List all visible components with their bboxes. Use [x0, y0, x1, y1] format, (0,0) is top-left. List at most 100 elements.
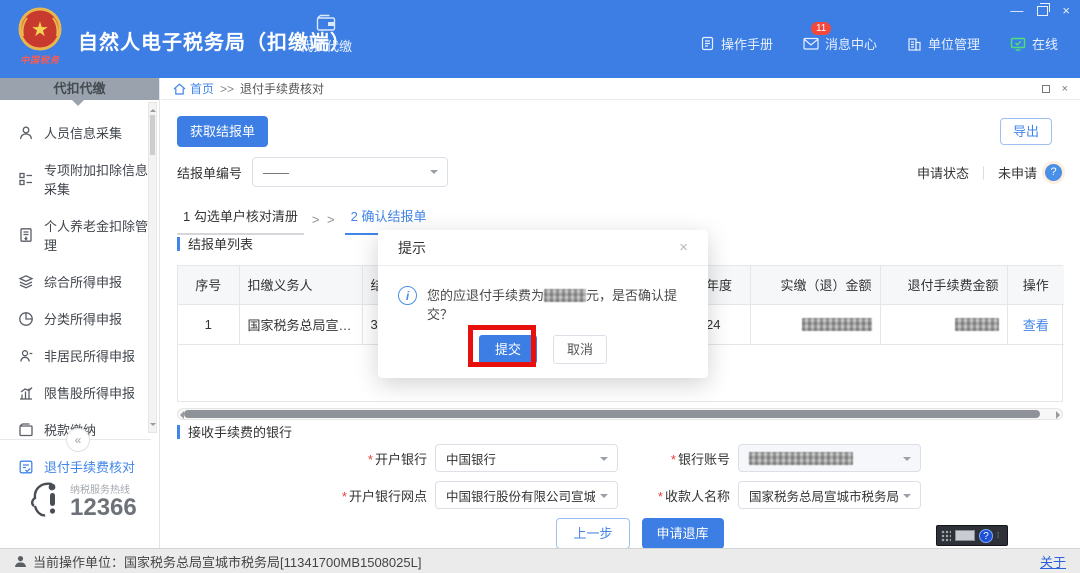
redacted-value	[749, 451, 853, 465]
online-icon	[1010, 37, 1026, 51]
horizontal-scrollbar[interactable]	[177, 408, 1063, 420]
bank-branch-select[interactable]: 中国银行股份有限公司宣城分行	[435, 481, 618, 509]
user-icon	[15, 555, 26, 567]
step-separator: > >	[311, 212, 337, 227]
redacted-value	[544, 289, 587, 302]
sidebar-item-special-deduction[interactable]: 专项附加扣除信息采集	[0, 151, 159, 207]
sidebar-item-restricted-shares[interactable]: 限售股所得申报	[0, 374, 159, 411]
required-mark: *	[367, 451, 373, 467]
sidebar-item-label: 分类所得申报	[44, 312, 123, 327]
dialog-message: 您的应退付手续费为 元，是否确认提交？	[427, 286, 690, 324]
ime-caret-icon[interactable]: ⁞	[997, 531, 999, 540]
doc-check-icon	[19, 460, 33, 473]
svg-text:★: ★	[31, 19, 49, 41]
panel-controls: ×	[1041, 83, 1068, 95]
ime-help-icon[interactable]: ?	[979, 528, 993, 543]
sidebar-item-label: 非居民所得申报	[44, 349, 136, 364]
hscrollbar-thumb[interactable]	[184, 410, 1040, 418]
menu-online[interactable]: 在线	[1010, 34, 1058, 53]
dialog-close-icon[interactable]: ×	[679, 239, 688, 256]
form-actions: 上一步 申请退库	[177, 518, 1063, 549]
statement-no-label: 结报单编号	[177, 165, 243, 181]
sidebar-item-label: 专项附加扣除信息采集	[44, 163, 149, 197]
required-mark: *	[657, 488, 663, 504]
menu-messages[interactable]: 11 消息中心	[803, 22, 877, 53]
about-link[interactable]: 关于	[1040, 552, 1066, 571]
scroll-left-icon[interactable]	[176, 411, 184, 419]
view-link[interactable]: 查看	[1023, 318, 1049, 333]
payee-name-select[interactable]: 国家税务总局宣城市税务局	[738, 481, 921, 509]
tab-withholding[interactable]: 代扣代缴	[286, 14, 366, 55]
sidebar-item-nonresident-income[interactable]: 非居民所得申报	[0, 337, 159, 374]
menu-manual[interactable]: 操作手册	[700, 34, 773, 53]
breadcrumb: 首页 >> 退付手续费核对 ×	[161, 78, 1080, 100]
dialog-body: i 您的应退付手续费为 元，是否确认提交？	[378, 266, 708, 324]
person-alt-icon	[20, 349, 33, 362]
sidebar-item-personnel-info[interactable]: 人员信息采集	[0, 114, 159, 151]
sidebar-scrollbar[interactable]	[148, 102, 157, 433]
sidebar-header: 代扣代缴	[0, 78, 159, 106]
sidebar-item-label: 综合所得申报	[44, 275, 123, 290]
bank-name-select[interactable]: 中国银行	[435, 444, 618, 472]
apply-refund-button[interactable]: 申请退库	[641, 518, 724, 549]
close-button[interactable]: ×	[1062, 4, 1070, 18]
statement-no-value: ——	[263, 164, 290, 180]
required-mark: *	[341, 488, 347, 504]
export-button[interactable]: 导出	[999, 118, 1052, 145]
minimize-button[interactable]: —	[1010, 4, 1023, 18]
menu-online-label: 在线	[1031, 37, 1058, 52]
ime-drag-handle-icon[interactable]	[941, 529, 951, 542]
person-icon	[19, 126, 33, 139]
app-logo: ★ 中国税务	[10, 6, 70, 66]
menu-org-label: 单位管理	[927, 37, 980, 52]
sidebar-item-comprehensive-income[interactable]: 综合所得申报	[0, 263, 159, 300]
payee-name-value: 国家税务总局宣城市税务局	[749, 489, 898, 504]
breadcrumb-home[interactable]: 首页	[173, 80, 214, 97]
panel-restore-icon[interactable]	[1041, 84, 1050, 93]
scroll-up-icon[interactable]	[150, 106, 156, 112]
dialog-header: 提示 ×	[378, 230, 708, 266]
filter-row: 结报单编号 —— 申请状态 ｜ 未申请 ?	[177, 156, 1062, 188]
wallet-tab-icon	[316, 14, 336, 31]
layers-icon	[18, 274, 34, 289]
restore-button[interactable]	[1037, 3, 1051, 16]
app-window: — × ★ 中国税务 自然人电子税务局（扣缴端） 代扣代缴 操作手册 11 消息…	[0, 0, 1080, 573]
wallet-icon	[19, 422, 33, 436]
ime-toolbar[interactable]: ? ⁞	[936, 525, 1008, 546]
message-icon	[803, 37, 819, 50]
statement-no-select[interactable]: ——	[252, 157, 449, 187]
scrollbar-thumb[interactable]	[150, 115, 155, 155]
sidebar-item-label: 限售股所得申报	[44, 386, 136, 401]
collapse-sidebar-button[interactable]: «	[66, 428, 90, 452]
apply-status-label: 申请状态	[916, 165, 969, 181]
status-divider: ｜	[976, 165, 990, 181]
sidebar-item-classified-income[interactable]: 分类所得申报	[0, 300, 159, 337]
confirm-dialog: 提示 × i 您的应退付手续费为 元，是否确认提交？ 提交 取消	[378, 230, 708, 378]
help-icon[interactable]: ?	[1045, 163, 1062, 181]
ime-mode-box[interactable]	[955, 530, 975, 541]
previous-step-button[interactable]: 上一步	[556, 518, 630, 549]
scroll-right-icon[interactable]	[1056, 411, 1064, 419]
step-1-tab[interactable]: 1 勾选单户核对清册	[177, 202, 304, 235]
apply-status: 申请状态 ｜ 未申请 ?	[917, 163, 1062, 182]
submit-button[interactable]: 提交	[478, 335, 537, 364]
dialog-title: 提示	[398, 239, 426, 256]
logo-caption: 中国税务	[19, 55, 60, 65]
panel-close-icon[interactable]: ×	[1062, 83, 1068, 95]
cell-action: 查看	[1006, 303, 1064, 345]
menu-org[interactable]: 单位管理	[907, 34, 980, 53]
fetch-statement-button[interactable]: 获取结报单	[177, 116, 269, 147]
sidebar-item-pension-deduction[interactable]: 个人养老金扣除管理	[0, 207, 159, 263]
bank-branch-label-text: 开户银行网点	[348, 488, 427, 504]
bank-account-select[interactable]	[738, 444, 921, 472]
sidebar-item-label: 人员信息采集	[44, 126, 123, 141]
col-paid-amount: 实缴（退）金额	[749, 266, 881, 305]
bank-name-label: * 开户银行	[319, 449, 427, 468]
bank-name-label-text: 开户银行	[374, 451, 427, 467]
message-count-badge: 11	[810, 22, 832, 35]
manual-icon	[701, 36, 714, 51]
breadcrumb-separator: >>	[220, 81, 235, 96]
cancel-button[interactable]: 取消	[553, 335, 608, 364]
statement-list-title-label: 结报单列表	[188, 237, 254, 252]
scroll-down-icon[interactable]	[150, 423, 156, 429]
